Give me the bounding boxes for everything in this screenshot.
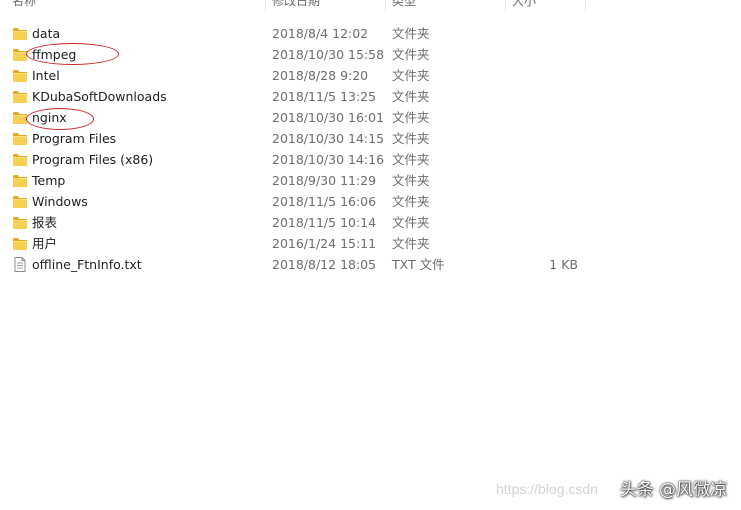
folder-icon [12, 215, 28, 230]
file-type: 文件夹 [392, 194, 430, 209]
file-name: nginx [32, 110, 67, 125]
file-name: Intel [32, 68, 60, 83]
file-name: Program Files [32, 131, 117, 146]
file-row[interactable]: data 2018/8/4 12:02 文件夹 [0, 23, 741, 44]
file-name: 报表 [32, 215, 58, 230]
file-name: KDubaSoftDownloads [32, 89, 167, 104]
file-modified-date: 2018/10/30 14:16 [272, 152, 385, 167]
file-type: 文件夹 [392, 68, 430, 83]
file-modified-date: 2018/8/12 18:05 [272, 257, 377, 272]
column-header-name[interactable]: 名称 [12, 0, 36, 11]
file-row[interactable]: offline_FtnInfo.txt 2018/8/12 18:05 TXT 文件… [0, 254, 741, 275]
file-name: Program Files (x86) [32, 152, 154, 167]
file-modified-date: 2018/10/30 15:58 [272, 47, 385, 62]
file-type: 文件夹 [392, 236, 430, 251]
file-row[interactable]: ffmpeg 2018/10/30 15:58 文件夹 [0, 44, 741, 65]
folder-icon [12, 173, 28, 188]
column-header-type[interactable]: 类型 [392, 0, 416, 11]
file-type: 文件夹 [392, 110, 430, 125]
column-header-modified[interactable]: 修改日期 [272, 0, 320, 11]
file-row[interactable]: Temp 2018/9/30 11:29 文件夹 [0, 170, 741, 191]
text-file-icon [12, 257, 28, 272]
file-type: TXT 文件 [392, 257, 445, 272]
file-name: 用户 [32, 236, 58, 251]
file-name: Temp [32, 173, 66, 188]
file-modified-date: 2018/11/5 16:06 [272, 194, 377, 209]
file-type: 文件夹 [392, 215, 430, 230]
column-divider[interactable] [505, 0, 506, 11]
file-row[interactable]: Program Files (x86) 2018/10/30 14:16 文件夹 [0, 149, 741, 170]
file-modified-date: 2018/8/28 9:20 [272, 68, 369, 83]
file-type: 文件夹 [392, 89, 430, 104]
author-credit: 头条 @风微凉 [619, 480, 727, 500]
file-type: 文件夹 [392, 131, 430, 146]
folder-icon [12, 131, 28, 146]
folder-icon [12, 110, 28, 125]
file-modified-date: 2018/10/30 16:01 [272, 110, 385, 125]
column-divider[interactable] [385, 0, 386, 11]
file-size: 1 KB [549, 257, 578, 272]
folder-icon [12, 194, 28, 209]
column-header-bar: 名称 修改日期 类型 大小 [0, 0, 741, 11]
folder-icon [12, 89, 28, 104]
file-name: offline_FtnInfo.txt [32, 257, 142, 272]
blog-watermark: https://blog.csdn [496, 481, 598, 497]
file-type: 文件夹 [392, 47, 430, 62]
file-type: 文件夹 [392, 173, 430, 188]
file-modified-date: 2018/11/5 13:25 [272, 89, 377, 104]
file-type: 文件夹 [392, 152, 430, 167]
file-modified-date: 2018/11/5 10:14 [272, 215, 377, 230]
file-modified-date: 2018/10/30 14:15 [272, 131, 385, 146]
file-row[interactable]: 报表 2018/11/5 10:14 文件夹 [0, 212, 741, 233]
file-name: ffmpeg [32, 47, 77, 62]
file-type: 文件夹 [392, 26, 430, 41]
column-divider[interactable] [265, 0, 266, 11]
folder-icon [12, 26, 28, 41]
folder-icon [12, 68, 28, 83]
file-name: data [32, 26, 61, 41]
folder-icon [12, 236, 28, 251]
file-row[interactable]: 用户 2016/1/24 15:11 文件夹 [0, 233, 741, 254]
file-row[interactable]: nginx 2018/10/30 16:01 文件夹 [0, 107, 741, 128]
file-name: Windows [32, 194, 88, 209]
file-row[interactable]: Program Files 2018/10/30 14:15 文件夹 [0, 128, 741, 149]
column-divider[interactable] [585, 0, 586, 11]
file-modified-date: 2018/8/4 12:02 [272, 26, 369, 41]
file-row[interactable]: Windows 2018/11/5 16:06 文件夹 [0, 191, 741, 212]
column-header-size[interactable]: 大小 [512, 0, 536, 11]
folder-icon [12, 152, 28, 167]
file-modified-date: 2018/9/30 11:29 [272, 173, 377, 188]
folder-icon [12, 47, 28, 62]
file-modified-date: 2016/1/24 15:11 [272, 236, 377, 251]
file-row[interactable]: KDubaSoftDownloads 2018/11/5 13:25 文件夹 [0, 86, 741, 107]
file-row[interactable]: Intel 2018/8/28 9:20 文件夹 [0, 65, 741, 86]
